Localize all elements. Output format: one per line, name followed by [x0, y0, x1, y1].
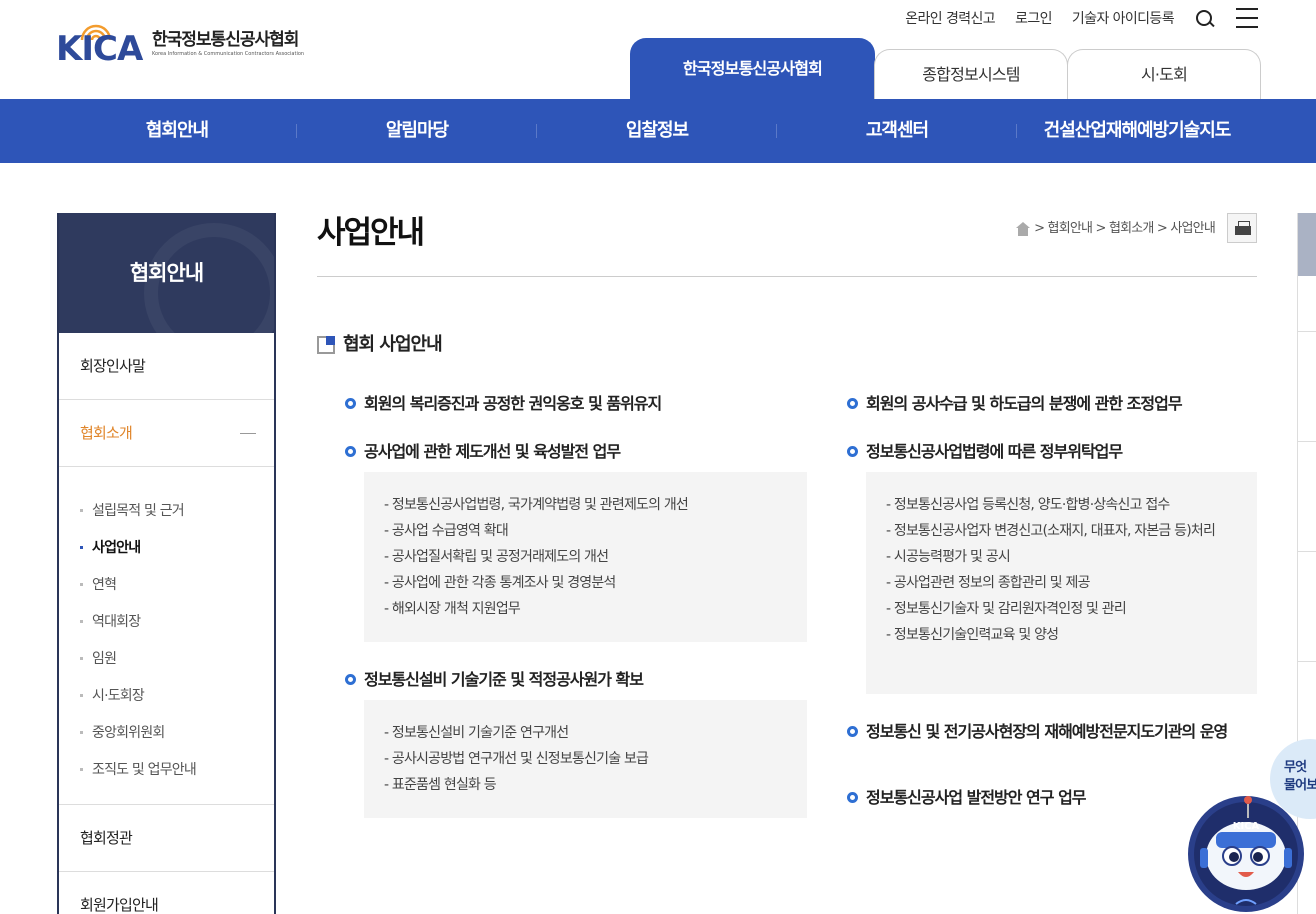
- side-nav: 협회안내 회장인사말 협회소개 설립목적 및 근거 사업안내 연혁 역대회장 임…: [57, 213, 276, 914]
- section-bullet-icon: [317, 336, 335, 354]
- business-item: 회원의 공사수급 및 하도급의 분쟁에 관한 조정업무: [847, 395, 1257, 413]
- sub-item-regional-heads[interactable]: 시·도회장: [59, 677, 274, 714]
- detail-line: - 정보통신기술자 및 감리원자격인정 및 관리: [886, 601, 1127, 617]
- engineer-id-register-link[interactable]: 기술자 아이디등록: [1072, 9, 1175, 29]
- breadcrumb-path[interactable]: > 협회안내 > 협회소개 > 사업안내: [1034, 220, 1216, 238]
- quick-menu-header: [1298, 213, 1316, 276]
- side-item-intro[interactable]: 협회소개: [59, 400, 274, 467]
- side-submenu: 설립목적 및 근거 사업안내 연혁 역대회장 임원 시·도회장 중앙회위원회 조…: [59, 467, 274, 805]
- detail-line: - 정보통신공사업법령, 국가계약법령 및 관련제도의 개선: [384, 497, 689, 513]
- chatbot-robot-icon[interactable]: KICA: [1186, 792, 1306, 914]
- detail-line: - 해외시장 개척 지원업무: [384, 601, 521, 617]
- global-nav: 협회안내 알림마당 입찰정보 고객센터 건설산업재해예방기술지도: [0, 99, 1316, 163]
- business-item-title: 정보통신 및 전기공사현장의 재해예방전문지도기관의 운영: [866, 722, 1228, 741]
- hamburger-menu-icon[interactable]: [1236, 8, 1258, 30]
- sub-item-organization[interactable]: 조직도 및 업무안내: [59, 751, 274, 788]
- detail-line: - 공사업에 관한 각종 통계조사 및 경영분석: [384, 575, 616, 591]
- detail-line: - 정보통신공사업 등록신청, 양도·합병·상속신고 접수: [886, 497, 1170, 513]
- gnb-bidding[interactable]: 입찰정보: [537, 99, 777, 163]
- detail-line: - 공사업 수급영역 확대: [384, 523, 509, 539]
- logo-name-en: Korea Information & Communication Contra…: [152, 51, 305, 57]
- business-item-title: 회원의 공사수급 및 하도급의 분쟁에 관한 조정업무: [866, 394, 1183, 413]
- quick-divider: [1298, 661, 1316, 662]
- business-item-title: 정보통신공사업법령에 따른 정부위탁업무: [866, 442, 1123, 461]
- print-button[interactable]: [1227, 213, 1257, 243]
- gnb-customer[interactable]: 고객센터: [777, 99, 1017, 163]
- business-item-title: 정보통신공사업 발전방안 연구 업무: [866, 788, 1087, 807]
- section-heading-text: 협회 사업안내: [343, 334, 443, 355]
- sub-item-business[interactable]: 사업안내: [59, 529, 274, 566]
- quick-divider: [1298, 551, 1316, 552]
- circle-bullet-icon: [847, 726, 858, 737]
- business-item: 정보통신공사업법령에 따른 정부위탁업무 - 정보통신공사업 등록신청, 양도·…: [847, 443, 1257, 694]
- circle-bullet-icon: [345, 398, 356, 409]
- detail-line: - 표준품셈 현실화 등: [384, 777, 497, 793]
- kica-logo-mark: KICA: [56, 22, 148, 66]
- collapse-icon[interactable]: [240, 433, 256, 434]
- side-item-greeting[interactable]: 회장인사말: [59, 333, 274, 400]
- business-detail-box: - 정보통신설비 기술기준 연구개선 - 공사시공방법 연구개선 및 신정보통신…: [364, 700, 807, 818]
- site-tabs: 한국정보통신공사협회 종합정보시스템 시·도회: [630, 38, 1261, 99]
- breadcrumb: > 협회안내 > 협회소개 > 사업안내: [1016, 220, 1216, 238]
- sub-item-purpose[interactable]: 설립목적 및 근거: [59, 492, 274, 529]
- gnb-about[interactable]: 협회안내: [57, 99, 297, 163]
- detail-line: - 정보통신공사업자 변경신고(소재지, 대표자, 자본금 등)처리: [886, 523, 1216, 539]
- home-icon[interactable]: [1016, 222, 1031, 236]
- business-detail-box: - 정보통신공사업법령, 국가계약법령 및 관련제도의 개선 - 공사업 수급영…: [364, 472, 807, 642]
- side-item-articles[interactable]: 협회정관: [59, 805, 274, 872]
- search-icon[interactable]: [1194, 8, 1216, 30]
- logo-name: 한국정보통신공사협회: [152, 30, 299, 50]
- sub-item-officers[interactable]: 임원: [59, 640, 274, 677]
- tab-regional[interactable]: 시·도회: [1067, 49, 1261, 99]
- login-link[interactable]: 로그인: [1015, 9, 1052, 29]
- business-item: 공사업에 관한 제도개선 및 육성발전 업무 - 정보통신공사업법령, 국가계약…: [345, 443, 807, 642]
- sub-item-history[interactable]: 연혁: [59, 566, 274, 603]
- side-item-intro-label: 협회소개: [80, 424, 133, 442]
- business-item: 정보통신 및 전기공사현장의 재해예방전문지도기관의 운영: [847, 723, 1257, 741]
- side-nav-header: 협회안내: [59, 213, 274, 333]
- sub-item-past-presidents[interactable]: 역대회장: [59, 603, 274, 640]
- detail-line: - 정보통신기술인력교육 및 양성: [886, 627, 1059, 643]
- circle-bullet-icon: [345, 674, 356, 685]
- utility-bar: 온라인 경력신고 로그인 기술자 아이디등록: [905, 8, 1258, 30]
- gnb-notice[interactable]: 알림마당: [297, 99, 537, 163]
- sub-item-committee[interactable]: 중앙회위원회: [59, 714, 274, 751]
- business-item-title: 정보통신설비 기술기준 및 적정공사원가 확보: [364, 670, 644, 689]
- detail-line: - 공사업관련 정보의 종합관리 및 제공: [886, 575, 1091, 591]
- site-logo[interactable]: KICA 한국정보통신공사협회 Korea Information & Comm…: [56, 22, 304, 66]
- detail-line: - 공사업질서확립 및 공정거래제도의 개선: [384, 549, 609, 565]
- main-content: 사업안내 > 협회안내 > 협회소개 > 사업안내 협회 사업안내 회원의 복리…: [317, 213, 1257, 818]
- tab-kica[interactable]: 한국정보통신공사협회: [630, 38, 875, 99]
- chatbot-badge: KICA: [1233, 821, 1260, 832]
- business-detail-box: - 정보통신공사업 등록신청, 양도·합병·상속신고 접수 - 정보통신공사업자…: [866, 472, 1257, 694]
- business-item: 회원의 복리증진과 공정한 권익옹호 및 품위유지: [345, 395, 807, 413]
- business-item-title: 회원의 복리증진과 공정한 권익옹호 및 품위유지: [364, 394, 662, 413]
- circle-bullet-icon: [847, 398, 858, 409]
- quick-divider: [1298, 331, 1316, 332]
- career-report-link[interactable]: 온라인 경력신고: [905, 9, 995, 29]
- detail-line: - 공사시공방법 연구개선 및 신정보통신기술 보급: [384, 751, 649, 767]
- quick-divider: [1298, 441, 1316, 442]
- gnb-safety[interactable]: 건설산업재해예방기술지도: [1017, 99, 1257, 163]
- tab-info-system[interactable]: 종합정보시스템: [874, 49, 1068, 99]
- circle-bullet-icon: [847, 446, 858, 457]
- logo-mark-text: KICA: [56, 29, 143, 69]
- printer-icon: [1235, 221, 1251, 236]
- side-nav-title: 협회안내: [129, 261, 204, 285]
- business-item-title: 공사업에 관한 제도개선 및 육성발전 업무: [364, 442, 621, 461]
- circle-bullet-icon: [345, 446, 356, 457]
- detail-line: - 시공능력평가 및 공시: [886, 549, 1011, 565]
- detail-line: - 정보통신설비 기술기준 연구개선: [384, 725, 569, 741]
- business-item: 정보통신설비 기술기준 및 적정공사원가 확보 - 정보통신설비 기술기준 연구…: [345, 671, 807, 818]
- side-item-join[interactable]: 회원가입안내: [59, 872, 274, 914]
- section-heading: 협회 사업안내: [317, 334, 443, 356]
- circle-bullet-icon: [847, 792, 858, 803]
